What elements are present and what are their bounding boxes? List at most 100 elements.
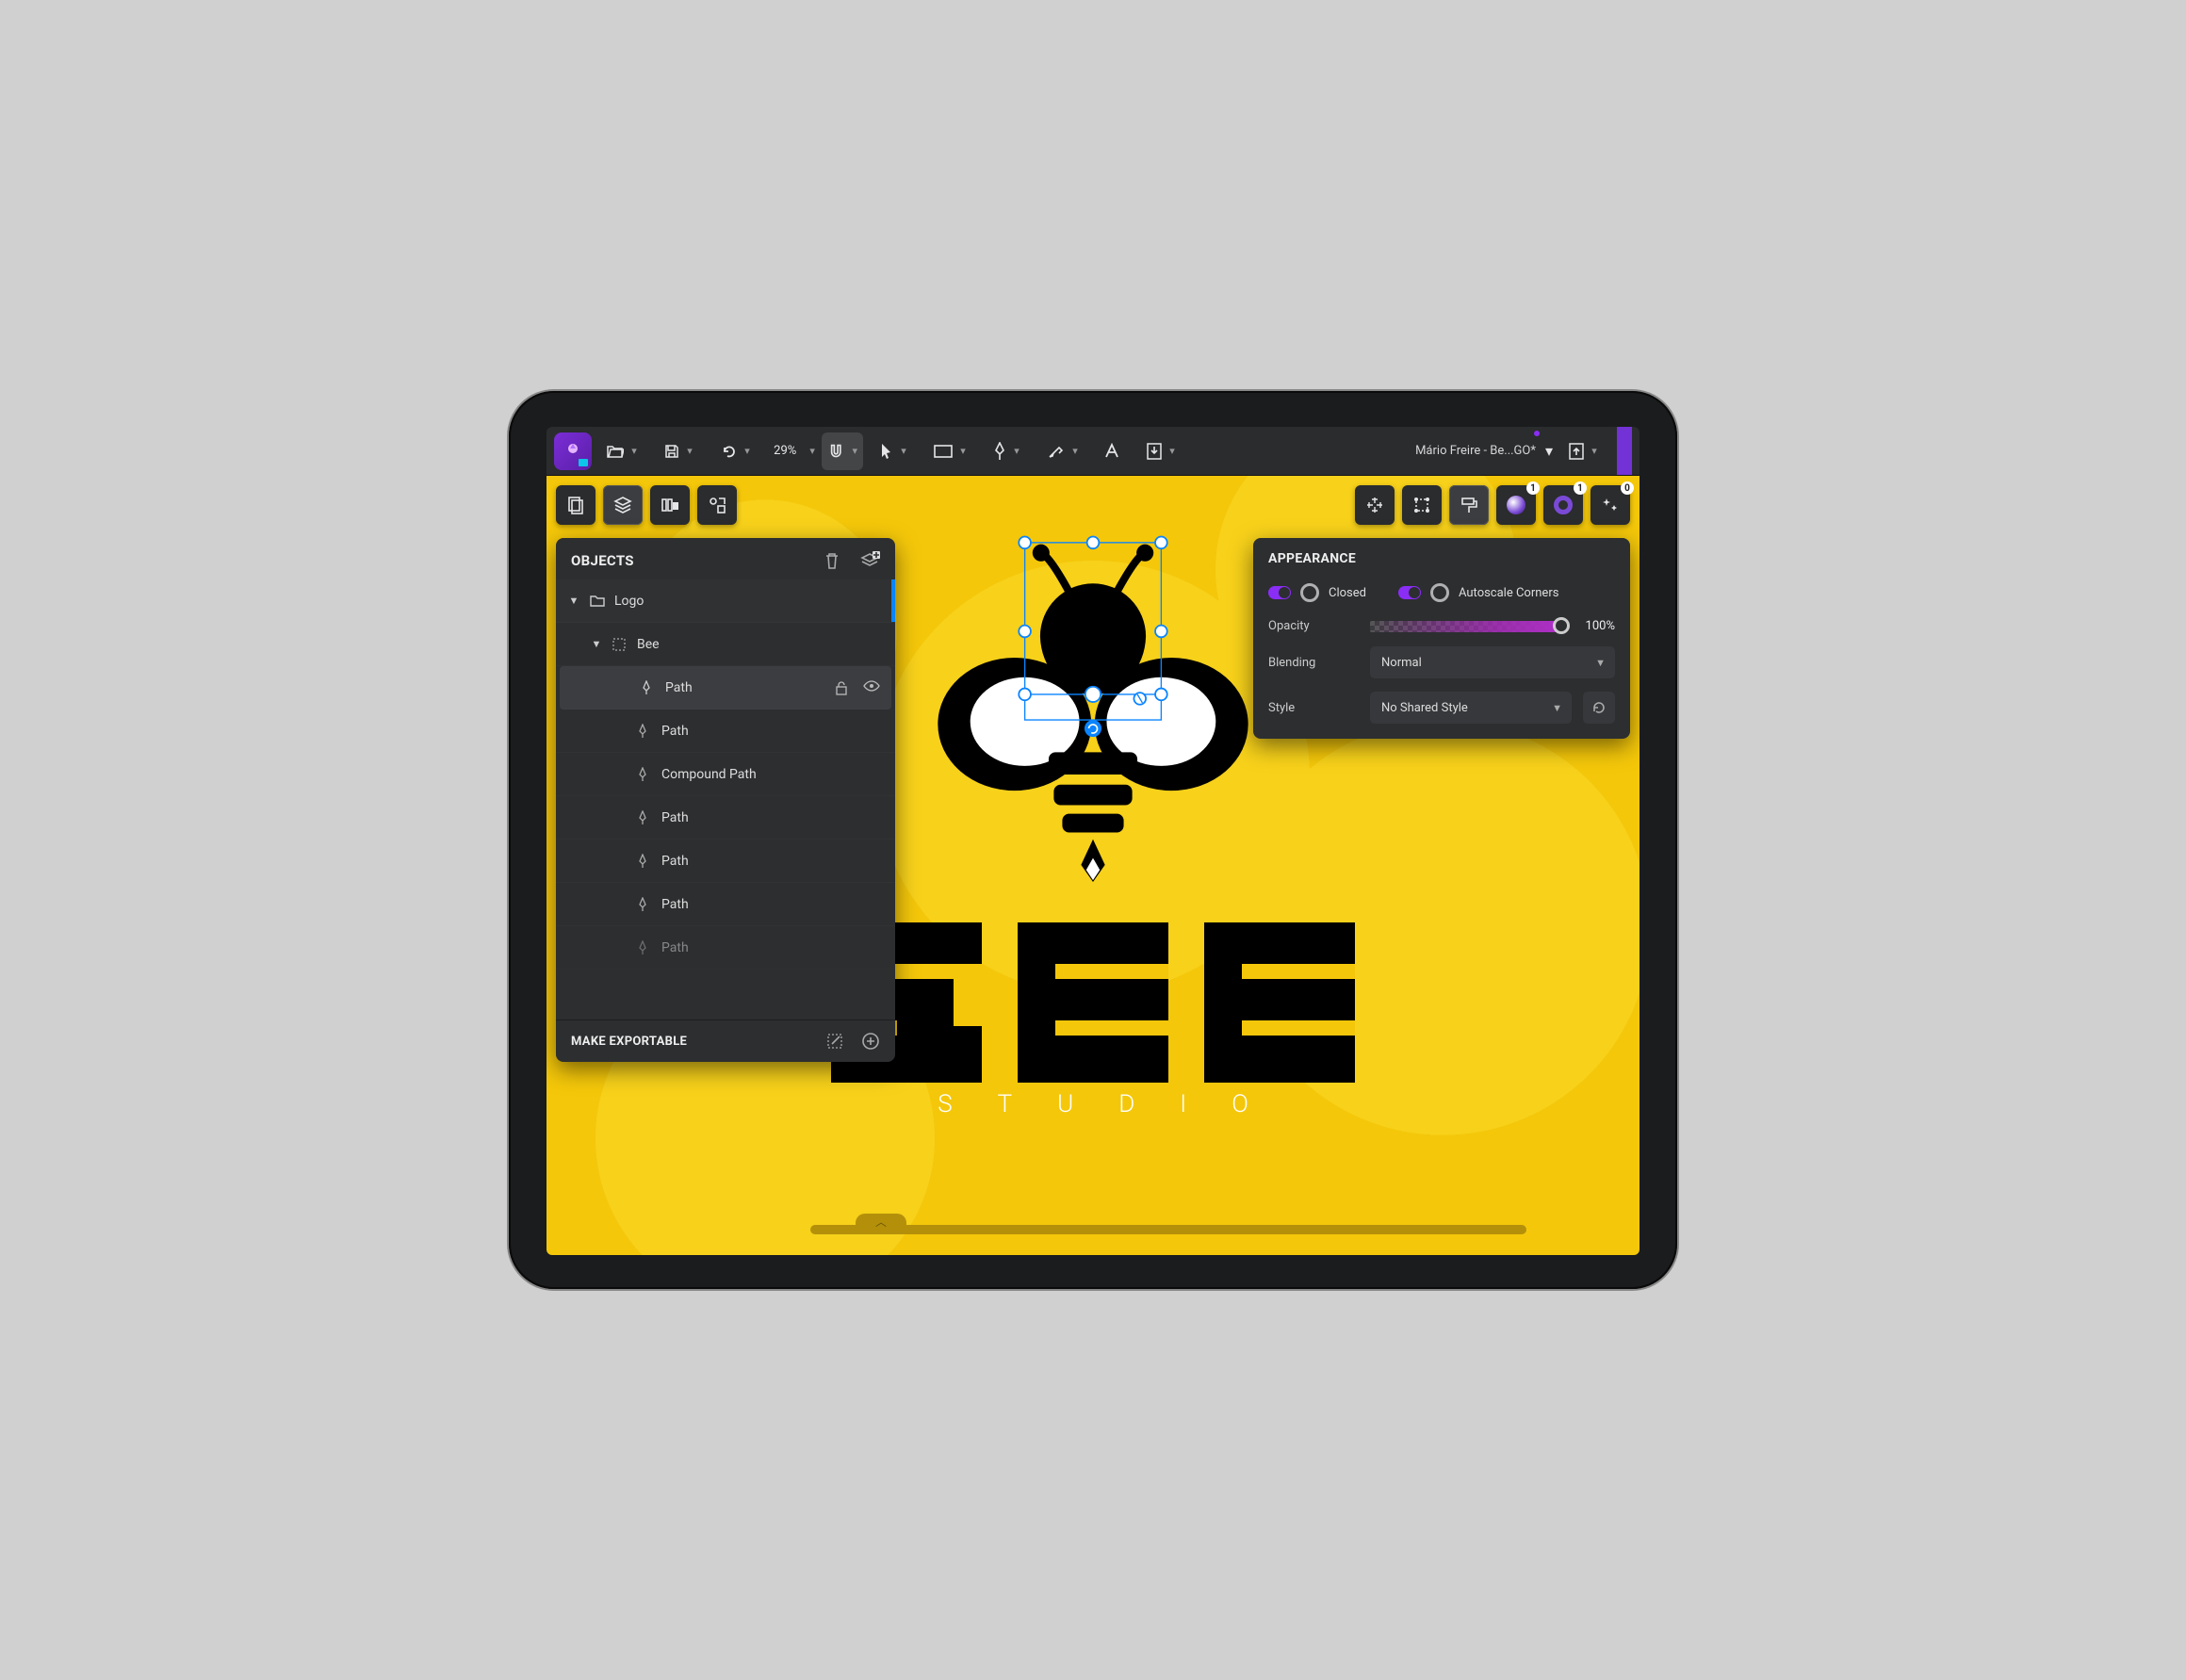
chevron-down-icon: ▾ [744,445,750,457]
style-refresh-button[interactable] [1583,692,1615,724]
cursor-icon [880,443,893,460]
dock-grabber[interactable]: ︿ [856,1214,906,1232]
tree-row-logo[interactable]: ▼ Logo [556,579,895,623]
transform-icon [1412,496,1431,514]
zoom-value: 29% [768,444,802,458]
rectangle-icon [934,445,953,458]
right-quickbar: 1 1 0 [1355,485,1630,525]
tree-row-path[interactable]: Path [556,796,895,840]
undo-icon [720,444,737,459]
chevron-down-icon: ▾ [1169,445,1175,457]
content-area: STUDIO ︿ [546,476,1640,1255]
pages-panel-button[interactable] [556,485,595,525]
lock-icon[interactable] [835,680,848,695]
zoom-control[interactable]: 29% ▾ [765,432,818,470]
chevron-down-icon: ▾ [631,445,637,457]
add-layer-icon[interactable] [859,551,880,570]
folder-open-icon [607,444,624,459]
chevron-down-icon: ▾ [1545,442,1553,460]
import-tool[interactable]: ▾ [1134,432,1187,470]
libraries-panel-button[interactable] [650,485,690,525]
pen-icon [637,897,652,912]
chevron-down-icon: ▾ [809,445,815,457]
disclosure-triangle-icon[interactable]: ▼ [567,595,580,607]
style-row: Style No Shared Style ▼ [1268,692,1615,724]
magnet-icon [827,442,844,461]
pen-icon [641,680,656,695]
right-edge-handle[interactable] [1617,427,1632,475]
pen-icon [637,940,652,955]
symbols-panel-button[interactable] [697,485,737,525]
blending-row: Blending Normal ▼ [1268,646,1615,678]
arrange-icon [1365,496,1384,514]
save-button[interactable]: ▾ [652,432,705,470]
text-icon [1103,443,1120,460]
slice-icon[interactable] [825,1032,844,1051]
bottom-dock-handle[interactable]: ︿ [810,1225,1526,1234]
ipad-device-frame: ▾ ▾ ▾ 29% ▾ ▾ ▾ ▾ ▾ [509,391,1677,1289]
tree-label: Path [661,940,689,955]
ring-icon [1300,583,1319,602]
pen-icon [637,767,652,782]
delete-icon[interactable] [824,551,840,570]
stroke-panel-button[interactable]: 1 [1543,485,1583,525]
knife-icon [1048,444,1065,459]
tree-row-path[interactable]: Path [556,710,895,753]
effects-panel-button[interactable]: 0 [1591,485,1630,525]
fill-panel-button[interactable]: 1 [1496,485,1536,525]
blending-select[interactable]: Normal ▼ [1370,646,1615,678]
open-file-button[interactable]: ▾ [595,432,648,470]
opacity-slider[interactable] [1370,621,1562,632]
app-screen: ▾ ▾ ▾ 29% ▾ ▾ ▾ ▾ ▾ [546,427,1640,1255]
disclosure-triangle-icon[interactable]: ▼ [590,638,603,650]
closed-toggle[interactable]: Closed [1268,583,1366,602]
add-icon[interactable] [861,1032,880,1051]
objects-tree: ▼ Logo ▼ Bee [556,579,895,1019]
appearance-panel: APPEARANCE Closed Autoscale Corners Opac… [1253,538,1630,739]
tree-row-path[interactable]: Path [556,926,895,970]
tree-row-path[interactable]: Path [556,883,895,926]
studio-label: STUDIO [892,1090,1294,1118]
tree-row-bee[interactable]: ▼ Bee [556,623,895,666]
appearance-panel-button[interactable] [1449,485,1489,525]
import-icon [1147,443,1162,460]
tree-row-path[interactable]: Path [556,840,895,883]
document-title[interactable]: Mário Freire - Be...GO* ▾ [1406,432,1553,470]
blending-label: Blending [1268,656,1359,670]
tree-label: Path [661,724,689,739]
knife-tool[interactable]: ▾ [1036,432,1089,470]
objects-panel-button[interactable] [603,485,643,525]
letter-e-2 [1204,922,1355,1083]
text-tool[interactable] [1093,432,1131,470]
bee-wordmark [831,922,1355,1083]
tree-row-compound-path[interactable]: Compound Path [556,753,895,796]
tree-label: Compound Path [661,767,757,782]
undo-button[interactable]: ▾ [709,432,761,470]
unsaved-indicator [1534,431,1540,436]
bee-artwork[interactable] [933,532,1253,890]
style-select[interactable]: No Shared Style ▼ [1370,692,1572,724]
blending-value: Normal [1381,656,1422,670]
visibility-icon[interactable] [863,680,880,695]
chevron-down-icon: ▾ [1014,445,1020,457]
stroke-count-badge: 1 [1574,481,1587,495]
snap-toggle[interactable]: ▾ [822,432,863,470]
pen-icon [637,810,652,825]
pointer-tool[interactable]: ▾ [867,432,920,470]
arrange-panel-button[interactable] [1355,485,1395,525]
transform-panel-button[interactable] [1402,485,1442,525]
topbar: ▾ ▾ ▾ 29% ▾ ▾ ▾ ▾ ▾ [546,427,1640,476]
app-menu-icon[interactable] [554,432,592,470]
pages-icon [566,496,585,514]
make-exportable-label[interactable]: MAKE EXPORTABLE [571,1035,687,1049]
autoscale-toggle[interactable]: Autoscale Corners [1398,583,1558,602]
shape-tool[interactable]: ▾ [923,432,976,470]
slider-knob-icon[interactable] [1553,617,1570,634]
tree-label: Path [661,897,689,912]
objects-panel-title: OBJECTS [571,552,634,569]
pen-tool[interactable]: ▾ [980,432,1033,470]
paint-roller-icon [1460,496,1478,514]
export-tool[interactable]: ▾ [1557,432,1609,470]
selection-marker [891,579,895,622]
tree-row-path-selected[interactable]: Path [560,666,891,710]
